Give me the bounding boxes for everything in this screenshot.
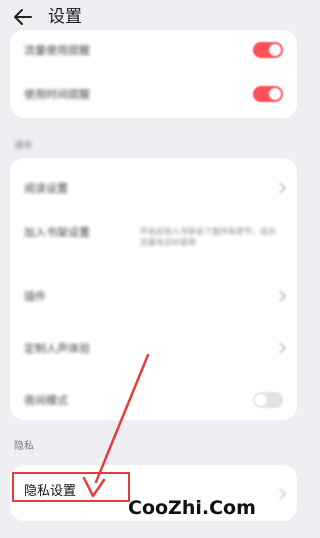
toggle-switch[interactable]	[253, 392, 283, 408]
notification-card: 流量使用提醒 使用时间提醒	[10, 30, 297, 118]
row-label: 使用时间提醒	[24, 88, 90, 101]
row-label: 加入书架设置	[24, 226, 90, 239]
page-title: 设置	[48, 7, 82, 27]
chevron-right-icon	[279, 342, 287, 354]
row-label: 定制人声体验	[24, 342, 90, 355]
row-label: 流量使用提醒	[24, 44, 90, 57]
list-item[interactable]: 阅读设置	[10, 168, 297, 208]
list-item[interactable]: 插件	[10, 276, 297, 316]
list-item[interactable]: 流量使用提醒	[10, 30, 297, 70]
toggle-switch[interactable]	[253, 42, 283, 58]
row-label: 插件	[24, 290, 46, 303]
list-item[interactable]: 加入书架设置 开启后加入书架会下载所有章节，适合流量充足时使用	[10, 216, 297, 268]
chevron-right-icon	[279, 182, 287, 194]
row-label: 夜间模式	[24, 394, 68, 407]
chevron-right-icon	[279, 290, 287, 302]
section-title: 通用	[14, 141, 33, 151]
section-title: 隐私	[14, 441, 34, 452]
general-card: 阅读设置 加入书架设置 开启后加入书架会下载所有章节，适合流量充足时使用 插件 …	[10, 158, 297, 420]
list-item[interactable]: 夜间模式	[10, 380, 297, 420]
row-description: 开启后加入书架会下载所有章节，适合流量充足时使用	[140, 227, 276, 247]
list-item[interactable]: 使用时间提醒	[10, 74, 297, 114]
watermark: CooZhi.Com	[128, 497, 256, 519]
chevron-right-icon	[279, 488, 287, 500]
toggle-switch[interactable]	[253, 86, 283, 102]
row-label: 阅读设置	[24, 182, 68, 195]
back-arrow-icon[interactable]	[12, 6, 34, 28]
list-item[interactable]: 定制人声体验	[10, 328, 297, 368]
highlight-box	[12, 472, 130, 502]
